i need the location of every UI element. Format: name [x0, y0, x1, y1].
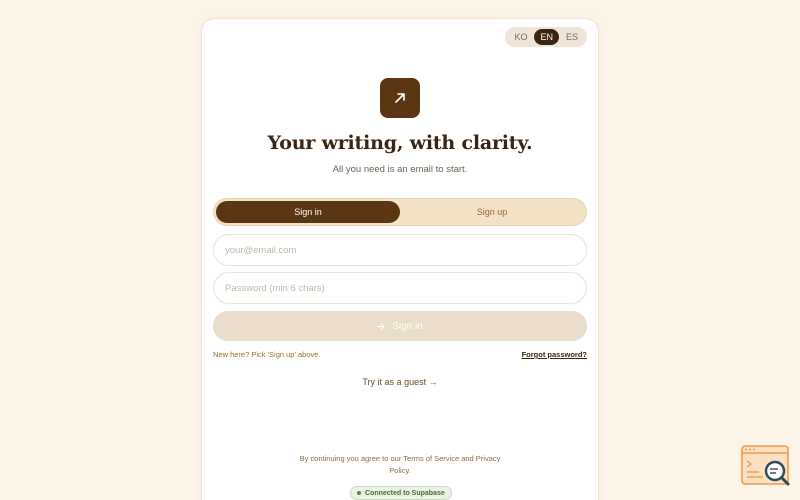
language-switcher: KO EN ES — [505, 27, 587, 47]
legal-notice: By continuing you agree to our Terms of … — [299, 454, 501, 475]
password-field[interactable] — [213, 272, 587, 304]
page-subtitle: All you need is an email to start. — [332, 164, 468, 175]
submit-label: Sign in — [392, 320, 423, 332]
lang-option-ko[interactable]: KO — [508, 29, 533, 45]
page-title: Your writing, with clarity. — [267, 132, 533, 154]
inspector-widget[interactable] — [741, 445, 791, 491]
status-badge: Connected to Supabase — [350, 486, 452, 500]
tab-sign-up[interactable]: Sign up — [400, 201, 584, 223]
search-icon — [741, 445, 790, 486]
auth-card: KO EN ES Your writing, with clarity. All… — [201, 18, 599, 500]
lang-option-en[interactable]: EN — [534, 29, 559, 45]
sign-up-hint: New here? Pick 'Sign up' above. — [213, 350, 321, 359]
arrow-right-icon — [377, 322, 385, 330]
forgot-password-link[interactable]: Forgot password? — [522, 350, 587, 359]
email-field[interactable] — [213, 234, 587, 266]
arrow-up-right-icon — [395, 93, 405, 103]
status-label: Connected to Supabase — [365, 489, 445, 497]
lang-option-es[interactable]: ES — [560, 29, 584, 45]
status-dot-icon — [357, 491, 361, 495]
sign-in-submit-button[interactable]: Sign in — [213, 311, 587, 341]
app-logo — [380, 78, 420, 118]
tab-sign-in[interactable]: Sign in — [216, 201, 400, 223]
auth-mode-tabs: Sign in Sign up — [213, 198, 587, 226]
guest-link[interactable]: Try it as a guest → — [202, 377, 598, 387]
